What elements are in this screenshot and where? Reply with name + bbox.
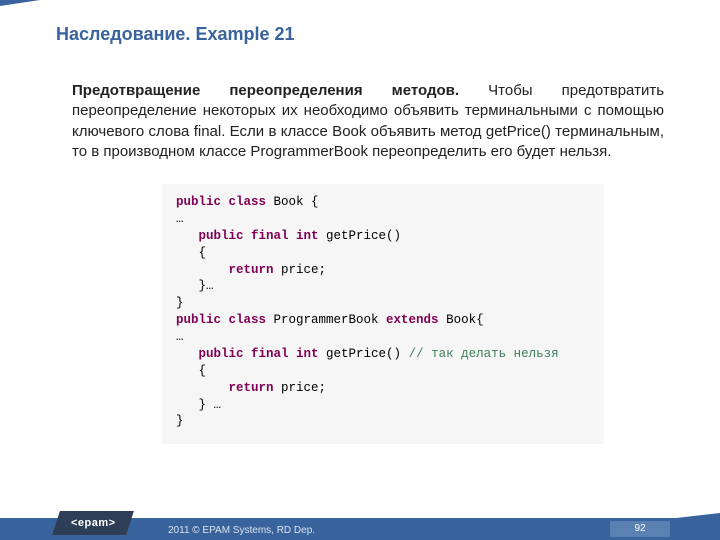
code-comment: // так делать нельзя [409, 347, 559, 361]
code-text: Book{ [439, 313, 484, 327]
slide-body: Предотвращение переопределения методов. … [0, 45, 720, 444]
code-text: { [199, 364, 207, 378]
epam-logo: <epam> [52, 511, 134, 535]
code-keyword: public final int [199, 347, 319, 361]
code-keyword: return [229, 263, 274, 277]
paragraph-strong: Предотвращение переопределения методов. [72, 82, 459, 99]
code-keyword: extends [386, 313, 439, 327]
code-keyword: return [229, 381, 274, 395]
code-text: } [176, 414, 184, 428]
code-text: … [176, 212, 184, 226]
paragraph: Предотвращение переопределения методов. … [72, 81, 664, 162]
corner-decoration-tl [0, 0, 40, 6]
epam-logo-text: <epam> [71, 517, 116, 529]
code-text: { [199, 246, 207, 260]
copyright: 2011 © EPAM Systems, RD Dep. [168, 525, 315, 536]
code-keyword: public final int [199, 229, 319, 243]
code-text: getPrice() [319, 229, 402, 243]
code-keyword: public class [176, 195, 266, 209]
code-text: price; [274, 263, 327, 277]
code-text: … [176, 330, 184, 344]
code-text: Book { [266, 195, 319, 209]
code-text: getPrice() [319, 347, 409, 361]
code-text: } … [199, 398, 222, 412]
page-number: 92 [610, 521, 670, 537]
code-block: public class Book { … public final int g… [162, 184, 604, 444]
code-text: price; [274, 381, 327, 395]
code-text: } [176, 296, 184, 310]
footer: <epam> 2011 © EPAM Systems, RD Dep. 92 [0, 508, 720, 540]
code-keyword: public class [176, 313, 266, 327]
code-text: ProgrammerBook [266, 313, 386, 327]
slide-title: Наследование. Example 21 [0, 0, 720, 45]
code-text: }… [199, 279, 214, 293]
